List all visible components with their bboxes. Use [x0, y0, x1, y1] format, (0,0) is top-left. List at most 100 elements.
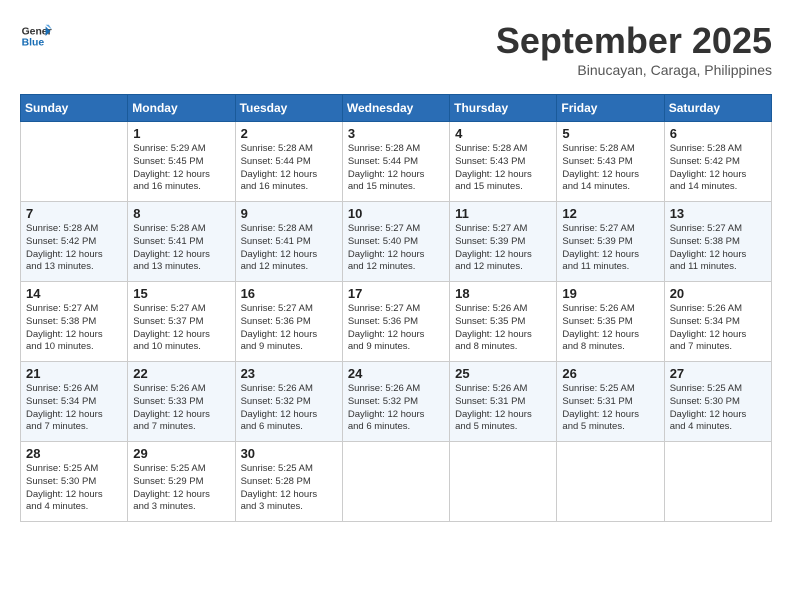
- calendar-cell: 13 Sunrise: 5:27 AM Sunset: 5:38 PM Dayli…: [664, 202, 771, 282]
- calendar-cell: 10 Sunrise: 5:27 AM Sunset: 5:40 PM Dayli…: [342, 202, 449, 282]
- day-number: 16: [241, 286, 337, 301]
- day-info: Sunrise: 5:27 AM Sunset: 5:40 PM Dayligh…: [348, 223, 444, 274]
- day-info: Sunrise: 5:28 AM Sunset: 5:42 PM Dayligh…: [26, 223, 122, 274]
- logo-icon: General Blue: [20, 20, 52, 52]
- month-title: September 2025: [496, 20, 772, 62]
- day-info: Sunrise: 5:26 AM Sunset: 5:35 PM Dayligh…: [455, 303, 551, 354]
- calendar-cell: 21 Sunrise: 5:26 AM Sunset: 5:34 PM Dayli…: [21, 362, 128, 442]
- calendar-cell: 26Sunrise: 5:25 AM Sunset: 5:31 PM Dayli…: [557, 362, 664, 442]
- calendar-cell: 16Sunrise: 5:27 AM Sunset: 5:36 PM Dayli…: [235, 282, 342, 362]
- day-number: 9: [241, 206, 337, 221]
- day-info: Sunrise: 5:26 AM Sunset: 5:32 PM Dayligh…: [241, 383, 337, 434]
- day-info: Sunrise: 5:27 AM Sunset: 5:39 PM Dayligh…: [455, 223, 551, 274]
- calendar-week-1: 1Sunrise: 5:29 AM Sunset: 5:45 PM Daylig…: [21, 122, 772, 202]
- day-info: Sunrise: 5:26 AM Sunset: 5:34 PM Dayligh…: [670, 303, 766, 354]
- day-number: 5: [562, 126, 658, 141]
- day-number: 23: [241, 366, 337, 381]
- calendar-cell: [342, 442, 449, 522]
- day-number: 20: [670, 286, 766, 301]
- day-number: 7: [26, 206, 122, 221]
- calendar-cell: 6 Sunrise: 5:28 AM Sunset: 5:42 PM Daylig…: [664, 122, 771, 202]
- calendar-cell: [664, 442, 771, 522]
- day-info: Sunrise: 5:28 AM Sunset: 5:42 PM Dayligh…: [670, 143, 766, 194]
- day-number: 3: [348, 126, 444, 141]
- weekday-header-thursday: Thursday: [450, 95, 557, 122]
- calendar-cell: 17 Sunrise: 5:27 AM Sunset: 5:36 PM Dayli…: [342, 282, 449, 362]
- day-number: 10: [348, 206, 444, 221]
- day-info: Sunrise: 5:28 AM Sunset: 5:43 PM Dayligh…: [562, 143, 658, 194]
- calendar-body: 1Sunrise: 5:29 AM Sunset: 5:45 PM Daylig…: [21, 122, 772, 522]
- calendar-cell: 20 Sunrise: 5:26 AM Sunset: 5:34 PM Dayli…: [664, 282, 771, 362]
- calendar-cell: 27Sunrise: 5:25 AM Sunset: 5:30 PM Dayli…: [664, 362, 771, 442]
- day-number: 14: [26, 286, 122, 301]
- day-number: 21: [26, 366, 122, 381]
- calendar-cell: 11 Sunrise: 5:27 AM Sunset: 5:39 PM Dayli…: [450, 202, 557, 282]
- day-info: Sunrise: 5:25 AM Sunset: 5:30 PM Dayligh…: [670, 383, 766, 434]
- day-number: 30: [241, 446, 337, 461]
- calendar-cell: 14 Sunrise: 5:27 AM Sunset: 5:38 PM Dayli…: [21, 282, 128, 362]
- calendar-cell: 28 Sunrise: 5:25 AM Sunset: 5:30 PM Dayli…: [21, 442, 128, 522]
- calendar-week-2: 7 Sunrise: 5:28 AM Sunset: 5:42 PM Daylig…: [21, 202, 772, 282]
- day-number: 1: [133, 126, 229, 141]
- location: Binucayan, Caraga, Philippines: [496, 62, 772, 78]
- day-info: Sunrise: 5:25 AM Sunset: 5:30 PM Dayligh…: [26, 463, 122, 514]
- day-number: 15: [133, 286, 229, 301]
- calendar-cell: 5 Sunrise: 5:28 AM Sunset: 5:43 PM Daylig…: [557, 122, 664, 202]
- weekday-header-friday: Friday: [557, 95, 664, 122]
- calendar-cell: 23 Sunrise: 5:26 AM Sunset: 5:32 PM Dayli…: [235, 362, 342, 442]
- calendar-week-4: 21 Sunrise: 5:26 AM Sunset: 5:34 PM Dayli…: [21, 362, 772, 442]
- calendar-cell: 30 Sunrise: 5:25 AM Sunset: 5:28 PM Dayli…: [235, 442, 342, 522]
- calendar-cell: 19 Sunrise: 5:26 AM Sunset: 5:35 PM Dayli…: [557, 282, 664, 362]
- logo: General Blue: [20, 20, 52, 52]
- day-info: Sunrise: 5:25 AM Sunset: 5:28 PM Dayligh…: [241, 463, 337, 514]
- day-number: 8: [133, 206, 229, 221]
- title-block: September 2025 Binucayan, Caraga, Philip…: [496, 20, 772, 78]
- svg-text:Blue: Blue: [22, 38, 45, 49]
- day-number: 6: [670, 126, 766, 141]
- calendar-cell: 18 Sunrise: 5:26 AM Sunset: 5:35 PM Dayli…: [450, 282, 557, 362]
- day-info: Sunrise: 5:26 AM Sunset: 5:32 PM Dayligh…: [348, 383, 444, 434]
- day-number: 18: [455, 286, 551, 301]
- calendar-cell: 24 Sunrise: 5:26 AM Sunset: 5:32 PM Dayli…: [342, 362, 449, 442]
- calendar-cell: 1Sunrise: 5:29 AM Sunset: 5:45 PM Daylig…: [128, 122, 235, 202]
- calendar-cell: 3 Sunrise: 5:28 AM Sunset: 5:44 PM Daylig…: [342, 122, 449, 202]
- calendar-cell: 12Sunrise: 5:27 AM Sunset: 5:39 PM Dayli…: [557, 202, 664, 282]
- day-number: 17: [348, 286, 444, 301]
- page-header: General Blue September 2025 Binucayan, C…: [20, 20, 772, 78]
- calendar-cell: 2 Sunrise: 5:28 AM Sunset: 5:44 PM Daylig…: [235, 122, 342, 202]
- day-info: Sunrise: 5:28 AM Sunset: 5:44 PM Dayligh…: [348, 143, 444, 194]
- day-info: Sunrise: 5:26 AM Sunset: 5:31 PM Dayligh…: [455, 383, 551, 434]
- day-number: 19: [562, 286, 658, 301]
- calendar-table: SundayMondayTuesdayWednesdayThursdayFrid…: [20, 94, 772, 522]
- day-number: 29: [133, 446, 229, 461]
- calendar-cell: 8 Sunrise: 5:28 AM Sunset: 5:41 PM Daylig…: [128, 202, 235, 282]
- day-info: Sunrise: 5:28 AM Sunset: 5:41 PM Dayligh…: [133, 223, 229, 274]
- day-info: Sunrise: 5:25 AM Sunset: 5:31 PM Dayligh…: [562, 383, 658, 434]
- day-number: 28: [26, 446, 122, 461]
- calendar-cell: 29 Sunrise: 5:25 AM Sunset: 5:29 PM Dayli…: [128, 442, 235, 522]
- day-info: Sunrise: 5:27 AM Sunset: 5:37 PM Dayligh…: [133, 303, 229, 354]
- day-info: Sunrise: 5:26 AM Sunset: 5:35 PM Dayligh…: [562, 303, 658, 354]
- weekday-header-tuesday: Tuesday: [235, 95, 342, 122]
- calendar-cell: [557, 442, 664, 522]
- calendar-cell: 22Sunrise: 5:26 AM Sunset: 5:33 PM Dayli…: [128, 362, 235, 442]
- day-info: Sunrise: 5:27 AM Sunset: 5:38 PM Dayligh…: [26, 303, 122, 354]
- day-number: 11: [455, 206, 551, 221]
- day-info: Sunrise: 5:25 AM Sunset: 5:29 PM Dayligh…: [133, 463, 229, 514]
- calendar-week-5: 28 Sunrise: 5:25 AM Sunset: 5:30 PM Dayli…: [21, 442, 772, 522]
- day-info: Sunrise: 5:28 AM Sunset: 5:44 PM Dayligh…: [241, 143, 337, 194]
- day-info: Sunrise: 5:27 AM Sunset: 5:36 PM Dayligh…: [348, 303, 444, 354]
- day-number: 24: [348, 366, 444, 381]
- calendar-cell: 7 Sunrise: 5:28 AM Sunset: 5:42 PM Daylig…: [21, 202, 128, 282]
- day-info: Sunrise: 5:27 AM Sunset: 5:39 PM Dayligh…: [562, 223, 658, 274]
- day-number: 13: [670, 206, 766, 221]
- calendar-cell: [21, 122, 128, 202]
- weekday-header-sunday: Sunday: [21, 95, 128, 122]
- calendar-cell: 15 Sunrise: 5:27 AM Sunset: 5:37 PM Dayli…: [128, 282, 235, 362]
- day-info: Sunrise: 5:27 AM Sunset: 5:38 PM Dayligh…: [670, 223, 766, 274]
- day-info: Sunrise: 5:26 AM Sunset: 5:33 PM Dayligh…: [133, 383, 229, 434]
- day-info: Sunrise: 5:28 AM Sunset: 5:43 PM Dayligh…: [455, 143, 551, 194]
- day-number: 2: [241, 126, 337, 141]
- calendar-week-3: 14 Sunrise: 5:27 AM Sunset: 5:38 PM Dayli…: [21, 282, 772, 362]
- day-info: Sunrise: 5:26 AM Sunset: 5:34 PM Dayligh…: [26, 383, 122, 434]
